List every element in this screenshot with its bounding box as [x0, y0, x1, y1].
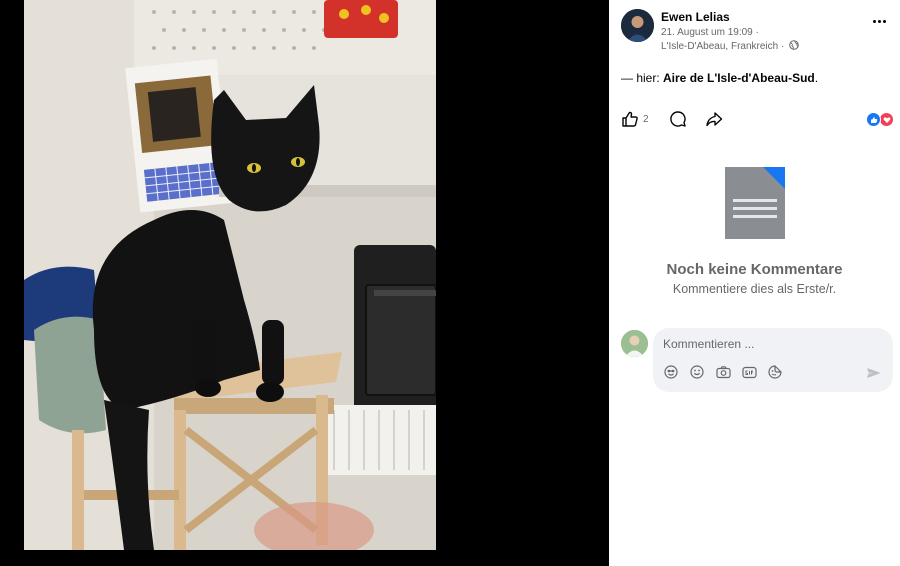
dot-icon [877, 19, 881, 23]
send-comment-button[interactable] [865, 365, 881, 381]
post-location: L'Isle-D'Abeau, Frankreich · [661, 40, 799, 52]
person-avatar-icon [621, 330, 648, 357]
gif-button[interactable] [741, 364, 757, 380]
comment-input-box [653, 328, 893, 392]
author-name[interactable]: Ewen Lelias [661, 10, 730, 24]
camera-icon [715, 366, 731, 379]
share-icon [706, 112, 723, 127]
location-name[interactable]: L'Isle-D'Abeau, Frankreich [661, 41, 778, 52]
emoji-icon [690, 365, 704, 379]
author-avatar[interactable] [621, 9, 654, 42]
meta-separator: · [778, 41, 785, 52]
current-user-avatar[interactable] [621, 330, 648, 357]
post-side-panel: Ewen Lelias 21. August um 19:09 · L'Isle… [609, 0, 900, 566]
post-header: Ewen Lelias 21. August um 19:09 · L'Isle… [621, 8, 891, 54]
like-button[interactable]: 2 [621, 110, 649, 128]
love-reaction-icon [879, 112, 894, 127]
photo-post-window: Ewen Lelias 21. August um 19:09 · L'Isle… [0, 0, 900, 566]
empty-comments-state: Noch keine Kommentare Kommentiere dies a… [609, 165, 900, 296]
empty-comments-subtitle: Kommentiere dies als Erste/r. [672, 282, 837, 296]
camera-button[interactable] [715, 364, 731, 380]
comment-input[interactable] [663, 336, 873, 352]
post-text-prefix: — hier: [621, 71, 664, 85]
person-avatar-icon [621, 9, 654, 42]
cat-on-stool-photo [24, 0, 436, 550]
comment-icon [670, 111, 686, 127]
share-button[interactable] [705, 110, 723, 133]
post-date[interactable]: 21. August um 19:09 [661, 27, 753, 38]
photo-viewer [0, 0, 609, 566]
dot-icon [872, 19, 876, 23]
dot-icon [882, 19, 886, 23]
globe-icon [789, 40, 799, 50]
gif-icon [741, 366, 757, 378]
emoji-button[interactable] [689, 364, 705, 380]
checkin-place-link[interactable]: Aire de L'Isle-d'Abeau-Sud [663, 71, 815, 85]
sticker-icon [768, 365, 782, 379]
post-photo[interactable] [24, 0, 436, 550]
document-icon [724, 167, 785, 239]
send-icon [867, 368, 880, 378]
comment-tools [663, 364, 783, 382]
empty-comments-title: Noch keine Kommentare [666, 261, 843, 278]
post-text: — hier: Aire de L'Isle-d'Abeau-Sud. [621, 71, 818, 85]
post-timestamp[interactable]: 21. August um 19:09 · [661, 27, 759, 38]
reactions-summary[interactable] [866, 112, 896, 128]
avatar-sticker-button[interactable] [663, 364, 679, 380]
comment-composer [621, 328, 893, 394]
like-count[interactable]: 2 [643, 114, 649, 125]
meta-separator: · [752, 27, 759, 38]
post-text-suffix: . [814, 71, 819, 85]
avatar-sticker-icon [664, 365, 678, 379]
more-options-button[interactable] [869, 14, 889, 28]
like-reaction-icon [866, 112, 881, 127]
sticker-button[interactable] [767, 364, 783, 380]
post-actions-bar: 2 [621, 110, 896, 132]
thumbs-up-icon [622, 111, 638, 127]
comment-button[interactable] [669, 110, 687, 133]
